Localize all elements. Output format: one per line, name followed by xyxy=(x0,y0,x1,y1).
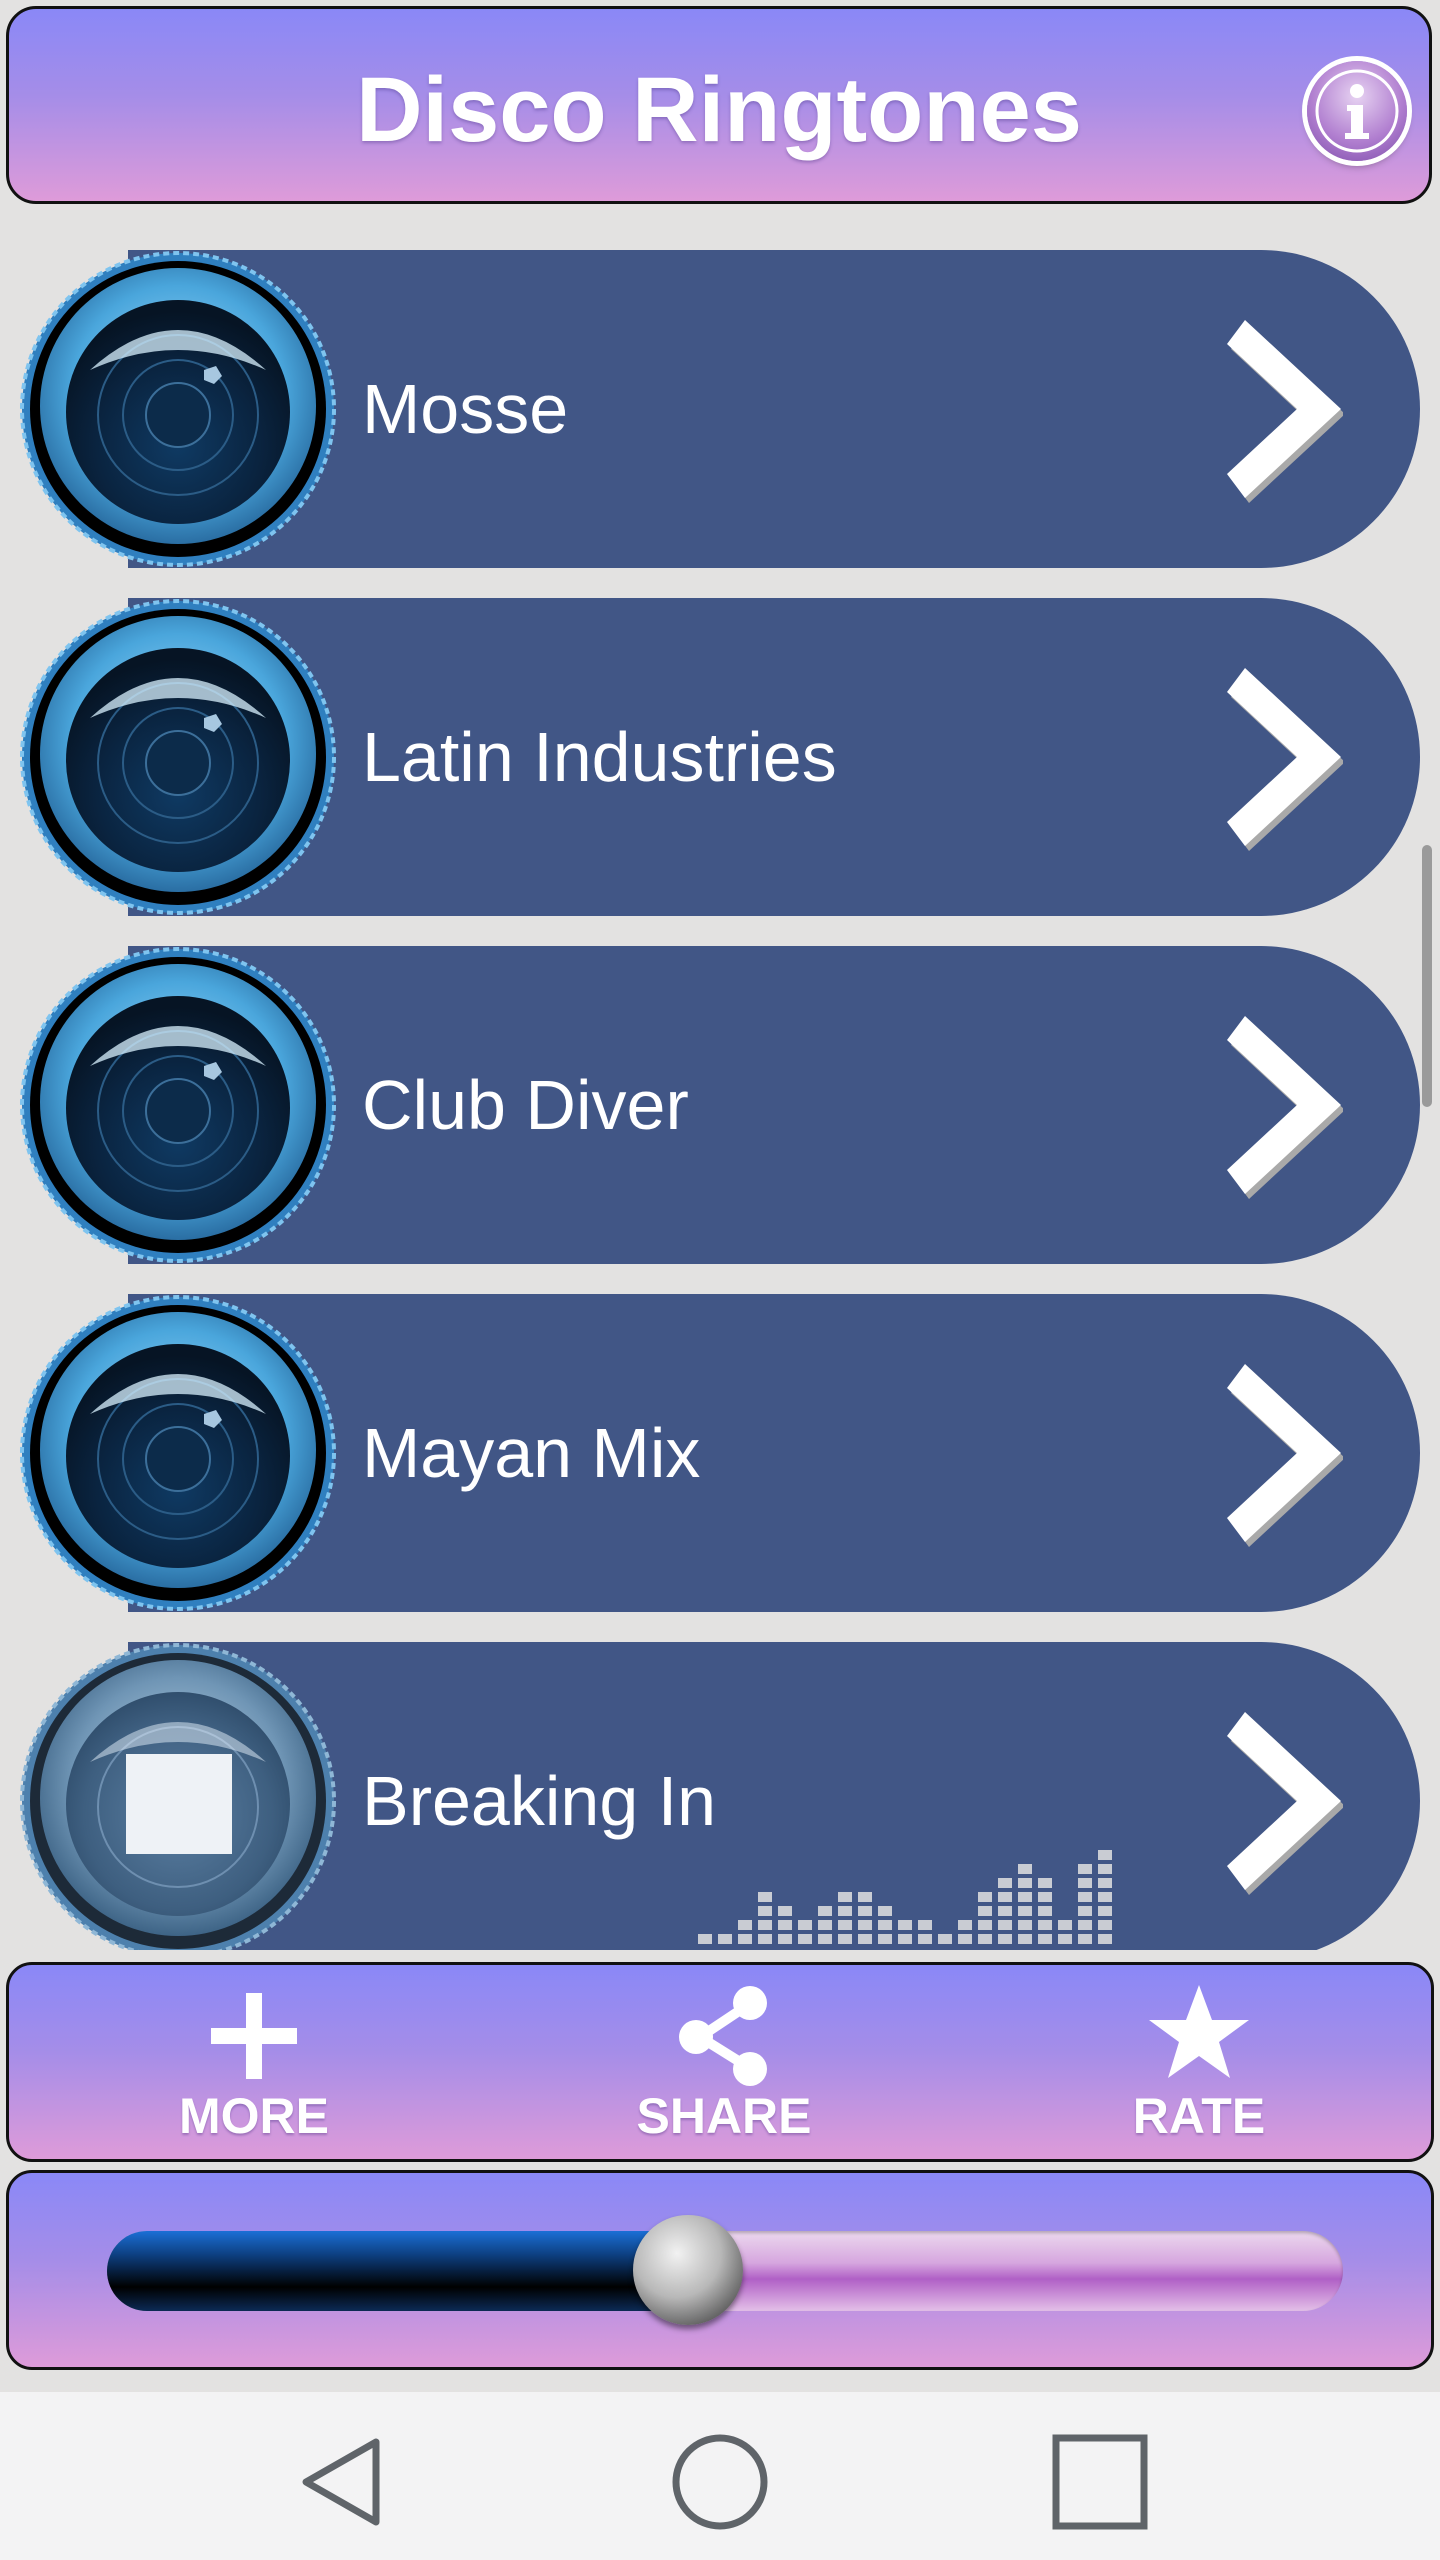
speaker-play-icon[interactable] xyxy=(20,250,338,568)
speaker-stop-icon[interactable] xyxy=(20,1642,338,1950)
ringtone-row-mayan-mix[interactable]: Mayan Mix xyxy=(18,1294,1420,1612)
app-header: Disco Ringtones xyxy=(6,6,1432,204)
share-button[interactable]: SHARE xyxy=(574,1965,874,2165)
more-label: MORE xyxy=(179,2088,329,2144)
speaker-play-icon[interactable] xyxy=(20,598,338,916)
ringtone-title: Breaking In xyxy=(362,1762,717,1840)
speaker-play-icon[interactable] xyxy=(20,946,338,1264)
share-label: SHARE xyxy=(636,2088,812,2144)
ringtone-row-breaking-in[interactable]: Breaking In xyxy=(18,1642,1420,1950)
home-icon[interactable] xyxy=(670,2432,770,2532)
rate-label: RATE xyxy=(1132,2088,1266,2144)
back-icon[interactable] xyxy=(290,2432,390,2532)
more-button[interactable]: MORE xyxy=(104,1965,404,2165)
chevron-right-icon[interactable] xyxy=(1223,1358,1343,1548)
player-bar xyxy=(6,2170,1434,2370)
ringtone-list: Mosse Latin Industries Club Diver Mayan … xyxy=(0,250,1440,1950)
seek-thumb[interactable] xyxy=(632,2215,743,2325)
chevron-right-icon[interactable] xyxy=(1223,1706,1343,1896)
ringtone-row-latin-industries[interactable]: Latin Industries xyxy=(18,598,1420,916)
chevron-right-icon[interactable] xyxy=(1223,662,1343,852)
ringtone-row-club-diver[interactable]: Club Diver xyxy=(18,946,1420,1264)
recents-icon[interactable] xyxy=(1050,2432,1150,2532)
ringtone-title: Latin Industries xyxy=(362,718,837,796)
info-button[interactable] xyxy=(1307,61,1407,161)
star-icon xyxy=(1149,1985,1249,2078)
system-nav-bar xyxy=(0,2392,1440,2560)
list-scrollbar[interactable] xyxy=(1422,845,1432,1107)
chevron-right-icon[interactable] xyxy=(1223,314,1343,504)
ringtone-title: Club Diver xyxy=(362,1066,689,1144)
rate-button[interactable]: RATE xyxy=(1049,1965,1349,2165)
equalizer-icon xyxy=(698,1850,1112,1944)
speaker-play-icon[interactable] xyxy=(20,1294,338,1612)
ringtone-title: Mayan Mix xyxy=(362,1414,701,1492)
seek-slider[interactable] xyxy=(107,2215,1343,2325)
page-title: Disco Ringtones xyxy=(356,59,1082,161)
plus-icon xyxy=(211,1993,297,2079)
info-icon xyxy=(1315,69,1399,153)
seek-progress xyxy=(107,2231,688,2311)
action-bar: MORE SHARE RATE xyxy=(6,1962,1434,2162)
share-icon xyxy=(679,1986,767,2086)
chevron-right-icon[interactable] xyxy=(1223,1010,1343,1200)
ringtone-row-mosse[interactable]: Mosse xyxy=(18,250,1420,568)
ringtone-title: Mosse xyxy=(362,370,569,448)
